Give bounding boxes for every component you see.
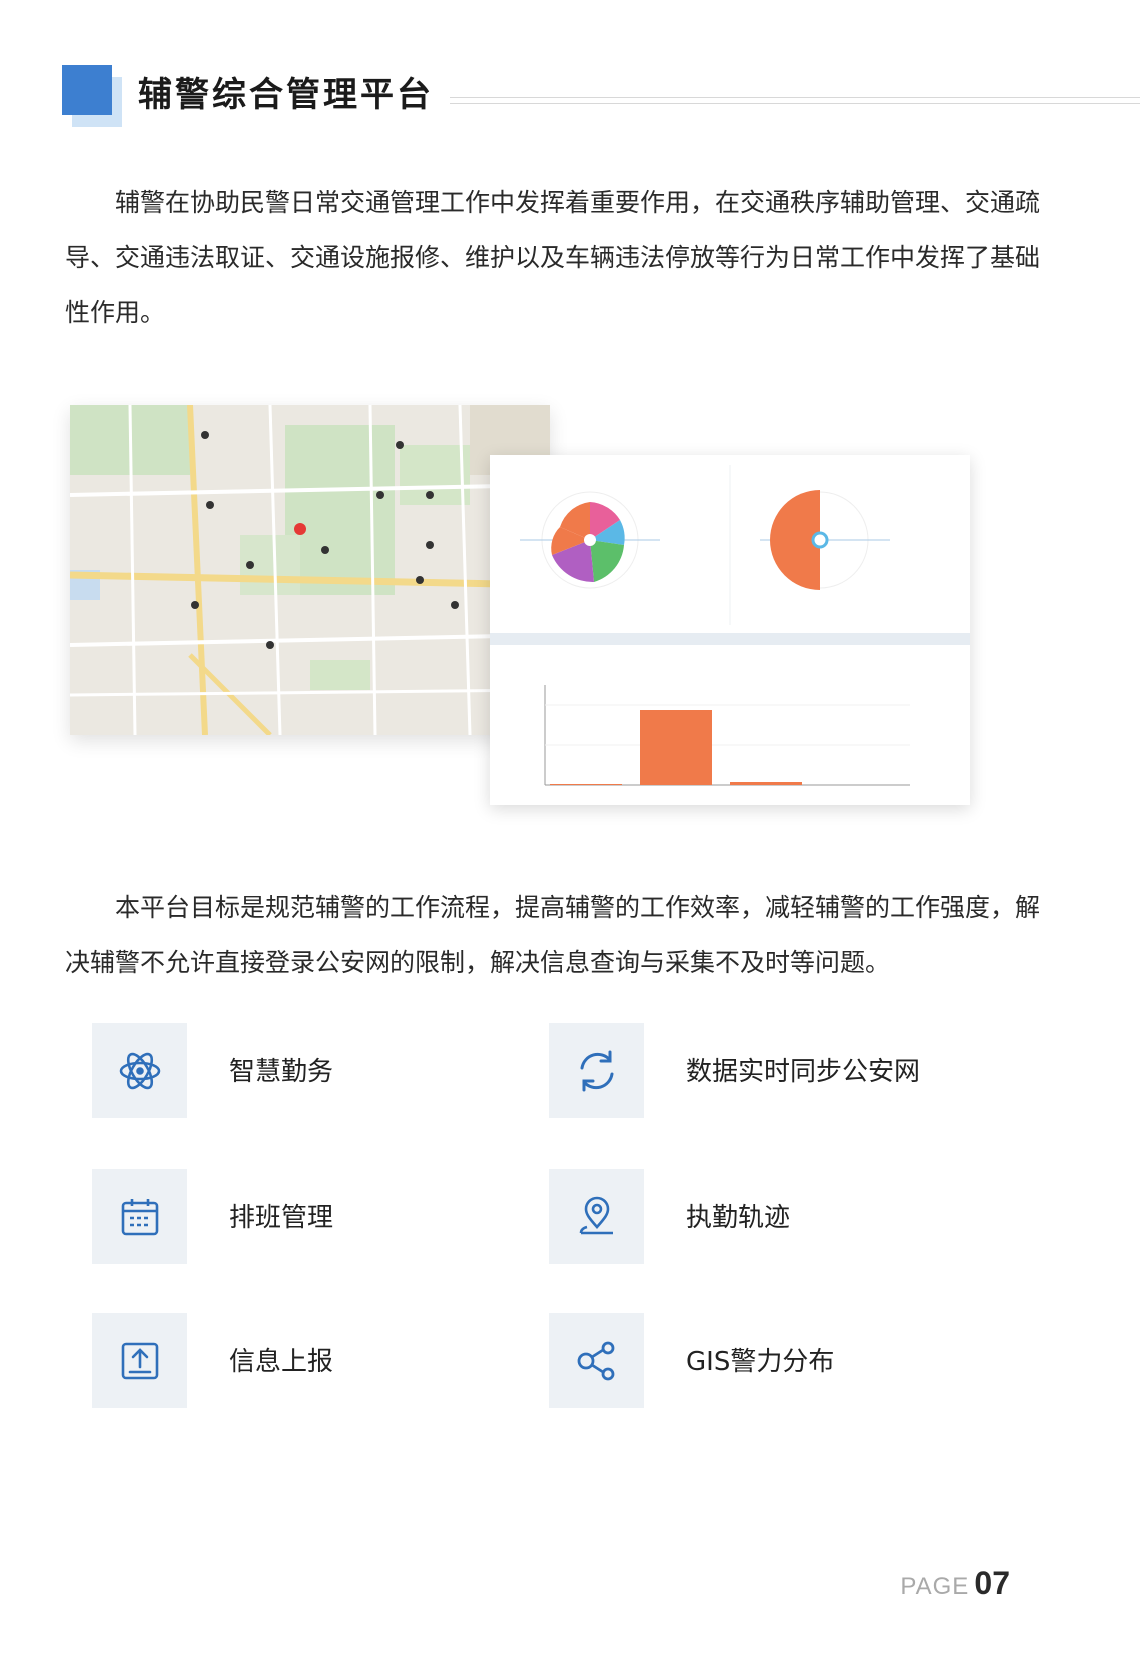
- feature-label: 执勤轨迹: [686, 1203, 791, 1233]
- feature-scheduling: 排班管理: [92, 1169, 572, 1264]
- header-square: [62, 65, 112, 115]
- page-word: PAGE: [900, 1573, 970, 1600]
- share-nodes-icon: [549, 1313, 644, 1408]
- location-pin-icon: [549, 1169, 644, 1264]
- goal-paragraph: 本平台目标是规范辅警的工作流程，提高辅警的工作效率，减轻辅警的工作强度，解决辅警…: [65, 893, 1041, 977]
- platform-screenshot: [69, 404, 990, 805]
- map-image: [69, 404, 551, 737]
- feature-data-sync: 数据实时同步公安网: [549, 1023, 1029, 1118]
- intro-paragraph: 辅警在协助民警日常交通管理工作中发挥着重要作用，在交通秩序辅助管理、交通疏导、交…: [65, 188, 1041, 327]
- page-title: 辅警综合管理平台: [138, 75, 434, 115]
- atom-icon: [92, 1023, 187, 1118]
- feature-label: 数据实时同步公安网: [686, 1057, 921, 1087]
- feature-info-report: 信息上报: [92, 1313, 572, 1408]
- feature-smart-duty: 智慧勤务: [92, 1023, 572, 1118]
- feature-label: GIS警力分布: [686, 1347, 835, 1377]
- header-rule: [450, 97, 1140, 104]
- sync-icon: [549, 1023, 644, 1118]
- feature-gis-police: GIS警力分布: [549, 1313, 1029, 1408]
- feature-label: 智慧勤务: [229, 1057, 334, 1087]
- map-graphic: [69, 404, 551, 737]
- dashboard-image: [490, 455, 970, 805]
- upload-icon: [92, 1313, 187, 1408]
- feature-duty-track: 执勤轨迹: [549, 1169, 1029, 1264]
- page-digits: 07: [974, 1565, 1010, 1601]
- feature-label: 信息上报: [229, 1347, 334, 1377]
- page-number: PAGE 07: [900, 1565, 1010, 1602]
- feature-label: 排班管理: [229, 1203, 334, 1233]
- section-header: 辅警综合管理平台: [62, 65, 1140, 135]
- dashboard-graphic: [490, 455, 970, 805]
- calendar-icon: [92, 1169, 187, 1264]
